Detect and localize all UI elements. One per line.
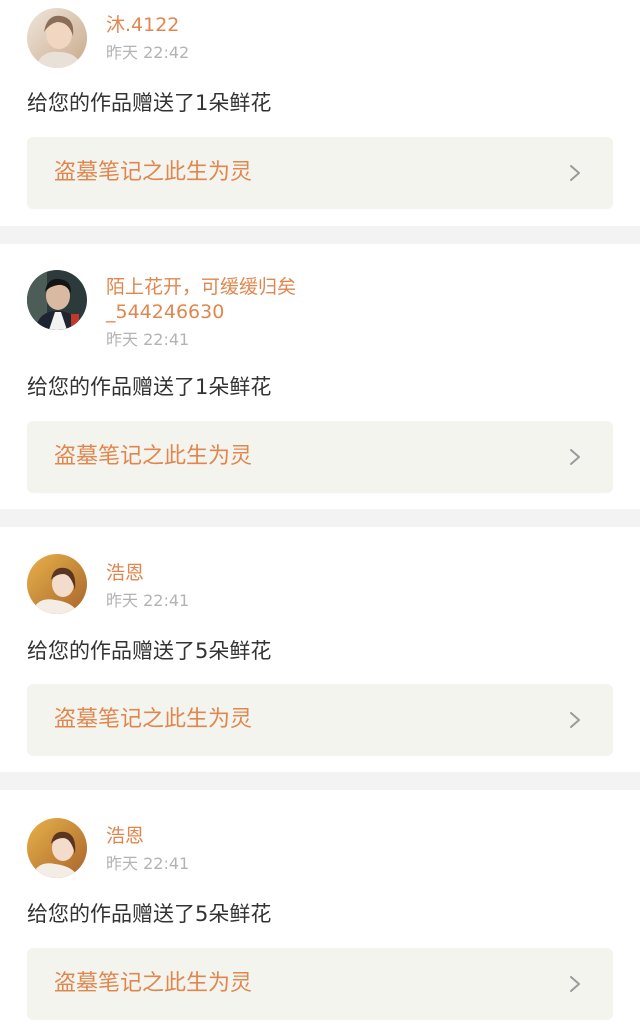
notification-card: 沐.4122 昨天 22:42 给您的作品赠送了1朵鲜花 盗墓笔记之此生为灵 [0,0,640,226]
chevron-right-icon [570,165,580,181]
username[interactable]: 沐.4122 [106,13,179,38]
avatar[interactable] [27,270,87,330]
timestamp: 昨天 22:42 [106,43,190,62]
username[interactable]: 浩恩 [106,824,144,849]
work-title: 盗墓笔记之此生为灵 [54,707,253,732]
chevron-right-icon [570,449,580,465]
notification-card: 陌上花开，可缓缓归矣 _544246630 昨天 22:41 给您的作品赠送了1… [0,244,640,509]
gift-message: 给您的作品赠送了1朵鲜花 [27,375,272,399]
avatar[interactable] [27,8,87,68]
divider [0,509,640,527]
work-link[interactable]: 盗墓笔记之此生为灵 [27,137,613,209]
avatar[interactable] [27,818,87,878]
avatar[interactable] [27,554,87,614]
username[interactable]: 浩恩 [106,561,144,586]
notification-card: 浩恩 昨天 22:41 给您的作品赠送了5朵鲜花 盗墓笔记之此生为灵 [0,790,640,1033]
timestamp: 昨天 22:41 [106,330,190,349]
notification-card: 浩恩 昨天 22:41 给您的作品赠送了5朵鲜花 盗墓笔记之此生为灵 [0,527,640,772]
username[interactable]: 陌上花开，可缓缓归矣 [106,275,296,300]
gift-message: 给您的作品赠送了1朵鲜花 [27,91,272,115]
work-link[interactable]: 盗墓笔记之此生为灵 [27,684,613,756]
gift-message: 给您的作品赠送了5朵鲜花 [27,902,272,926]
gift-message: 给您的作品赠送了5朵鲜花 [27,639,272,663]
work-link[interactable]: 盗墓笔记之此生为灵 [27,421,613,493]
divider [0,772,640,790]
chevron-right-icon [570,976,580,992]
username-continued[interactable]: _544246630 [106,300,224,325]
work-title: 盗墓笔记之此生为灵 [54,160,253,185]
divider [0,226,640,244]
work-title: 盗墓笔记之此生为灵 [54,971,253,996]
chevron-right-icon [570,712,580,728]
work-title: 盗墓笔记之此生为灵 [54,444,253,469]
work-link[interactable]: 盗墓笔记之此生为灵 [27,948,613,1020]
timestamp: 昨天 22:41 [106,854,190,873]
notification-feed: 沐.4122 昨天 22:42 给您的作品赠送了1朵鲜花 盗墓笔记之此生为灵 陌… [0,0,640,1033]
timestamp: 昨天 22:41 [106,591,190,610]
